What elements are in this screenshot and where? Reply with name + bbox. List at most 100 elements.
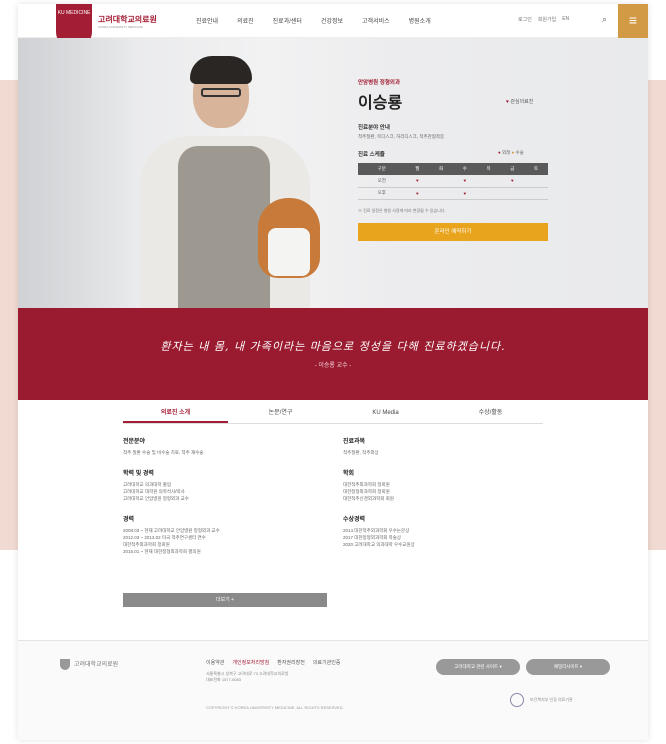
page-frame: KU MEDICINE 고려대학교의료원 KOREA UNIVERSITY ME…: [18, 4, 648, 740]
section-line: 척추질환, 척추외상: [343, 450, 379, 455]
section-line: 대한척추외과학회 정회원: [123, 542, 170, 547]
nav-item-doctors[interactable]: 의료진: [237, 16, 254, 25]
main-nav: 진료안내 의료진 진료과/센터 건강정보 고객서비스 병원소개: [196, 16, 431, 25]
family-sites-select[interactable]: 패밀리사이트 ▾: [526, 659, 610, 675]
site-header: KU MEDICINE 고려대학교의료원 KOREA UNIVERSITY ME…: [18, 4, 648, 48]
site-footer: 고려대학교의료원 이용약관 개인정보처리방침 환자권리장전 의료기관인증 서울특…: [18, 640, 648, 740]
footer-link-certification[interactable]: 의료기관인증: [313, 659, 341, 666]
certification-seal-icon: [510, 693, 524, 707]
schedule-cell: [429, 175, 453, 188]
heart-icon: ♥: [506, 99, 509, 105]
schedule-row-label: 오후: [358, 187, 406, 200]
tiger-plush-coat: [268, 228, 310, 276]
section-line: 2008.03 ~ 현재 고려대학교 안암병원 정형외과 교수: [123, 528, 220, 533]
schedule-row-am: 오전 ♥ ♥ ♥: [358, 175, 548, 188]
section-line: 2017 대한정형외과학회 학술상: [343, 535, 402, 540]
schedule-legend: ● 외래 ● 수술: [498, 150, 524, 156]
schedule-cell: [429, 187, 453, 200]
related-sites-select[interactable]: 고려대학교 관련 사이트 ▾: [436, 659, 520, 675]
profile-right-column: 진료과목 척추질환, 척추외상 학회 대한척추외과학회 정회원 대한정형외과학회…: [343, 436, 543, 560]
schedule-cell: [524, 175, 548, 188]
footer-logo-text: 고려대학교의료원: [74, 662, 119, 669]
doctor-photo-hair: [190, 56, 252, 84]
signup-link[interactable]: 회원가입: [538, 16, 556, 23]
tab-ku-media[interactable]: KU Media: [333, 404, 438, 423]
doctor-quote: 환자는 내 몸, 내 가족이라는 마음으로 정성을 다해 진료하겠습니다.: [160, 340, 506, 353]
schedule-col-wed: 수: [453, 163, 477, 175]
specialty-title: 진료분야 안내: [358, 125, 390, 131]
tab-papers[interactable]: 논문/연구: [228, 404, 333, 423]
hallway-background: [18, 38, 138, 308]
surgery-legend-label: 수술: [515, 150, 524, 155]
section-body: 2014 대한척추외과학회 우수논문상 2017 대한정형외과학회 학술상 20…: [343, 527, 543, 548]
menu-button[interactable]: ≡: [618, 4, 648, 38]
section-body: 고려대학교 의과대학 졸업 고려대학교 대학원 의학석사/박사 고려대학교 안암…: [123, 481, 323, 502]
doctor-hero: 안암병원 정형외과 이승룡 ♥ 관심의료진 진료분야 안내 척추질환, 목디스크…: [18, 38, 648, 308]
favorite-toggle[interactable]: ♥ 관심의료진: [506, 98, 533, 105]
section-line: 고려대학교 안암병원 정형외과 교수: [123, 496, 189, 501]
nav-item-service[interactable]: 고객서비스: [362, 16, 390, 25]
surgery-legend-icon: ●: [511, 150, 515, 155]
schedule-cell: ♥: [500, 175, 525, 188]
section-line: 고려대학교 대학원 의학석사/박사: [123, 489, 185, 494]
schedule-row-pm: 오후 ♥ ♥: [358, 187, 548, 200]
section-title: 학력 및 경력: [123, 471, 154, 477]
certification-text: 보건복지부 인증 의료기관: [530, 697, 573, 703]
schedule-cell: ♥: [405, 175, 430, 188]
section-title: 수상경력: [343, 517, 366, 523]
section-body: 척추 질환 수술 및 비수술 치료, 척추 재수술: [123, 449, 323, 456]
profile-left-column: 전문분야 척추 질환 수술 및 비수술 치료, 척추 재수술 학력 및 경력 고…: [123, 436, 323, 567]
favorite-label: 관심의료진: [510, 99, 534, 105]
search-icon[interactable]: ⌕: [602, 14, 607, 25]
nav-item-guide[interactable]: 진료안내: [196, 16, 218, 25]
schedule-cell: ♥: [453, 175, 477, 188]
schedule-col-fri: 금: [500, 163, 525, 175]
section-title: 진료과목: [343, 439, 366, 445]
section-body: 대한척추외과학회 정회원 대한정형외과학회 정회원 대한척추신경외과학회 회원: [343, 481, 543, 502]
footer-logo[interactable]: 고려대학교의료원: [60, 659, 118, 670]
quote-banner: 환자는 내 몸, 내 가족이라는 마음으로 정성을 다해 진료하겠습니다. - …: [18, 308, 648, 400]
quote-author: - 이승룡 교수 -: [314, 363, 352, 369]
login-link[interactable]: 로그인: [518, 16, 532, 23]
tab-awards[interactable]: 수상/활동: [438, 404, 543, 423]
nav-item-departments[interactable]: 진료과/센터: [273, 16, 302, 25]
section-title: 전문분야: [123, 439, 146, 445]
section-title: 학회: [343, 471, 355, 477]
section-line: 대한척추외과학회 정회원: [343, 482, 390, 487]
section-line: 대한정형외과학회 정회원: [343, 489, 390, 494]
logo-mark-text: KU MEDICINE: [57, 10, 91, 16]
schedule-row-label: 오전: [358, 175, 406, 188]
tab-profile[interactable]: 의료진 소개: [123, 404, 228, 423]
section-line: 2012.03 ~ 2013.02 미국 척추연구센터 연수: [123, 535, 206, 540]
schedule-cell: [476, 175, 501, 188]
schedule-col-mon: 월: [405, 163, 430, 175]
related-sites-label: 고려대학교 관련 사이트: [454, 664, 499, 669]
more-button[interactable]: 더보기 +: [123, 593, 327, 607]
footer-link-terms[interactable]: 이용약관: [206, 659, 224, 666]
section-line: 2015.01 ~ 현재 대한정형외과학회 평의원: [123, 549, 201, 554]
section-line: 2020 고려대학교 의과대학 우수교원상: [343, 542, 415, 547]
doctor-department: 안암병원 정형외과: [358, 80, 401, 86]
profile-tabs: 의료진 소개 논문/연구 KU Media 수상/활동: [123, 404, 543, 424]
reserve-button[interactable]: 온라인 예약하기: [358, 222, 548, 241]
footer-address: 서울특별시 성북구 고려대로 73 고려대학교의료원 대표전화 1577-008…: [206, 671, 289, 683]
logo-title[interactable]: 고려대학교의료원: [98, 14, 157, 25]
phone-line: 대표전화 1577-0083: [206, 677, 241, 682]
schedule-note: ※ 진료 일정은 병원 사정에 따라 변경될 수 있습니다.: [358, 207, 446, 213]
schedule-col-tue: 화: [429, 163, 453, 175]
family-sites-label: 패밀리사이트: [553, 664, 579, 669]
certification-badge: 보건복지부 인증 의료기관: [510, 693, 573, 707]
utility-links: 로그인 회원가입 EN: [518, 16, 569, 23]
nav-item-health[interactable]: 건강정보: [321, 16, 343, 25]
nav-item-about[interactable]: 병원소개: [409, 16, 431, 25]
schedule-cell: [500, 187, 525, 200]
section-line: 대한척추신경외과학회 회원: [343, 496, 394, 501]
schedule-cell: ♥: [453, 187, 477, 200]
schedule-col-thu: 목: [476, 163, 501, 175]
schedule-col-sat: 토: [524, 163, 548, 175]
footer-link-rights[interactable]: 환자권리장전: [277, 659, 305, 666]
specialty-text: 척추질환, 목디스크, 허리디스크, 척추관협착증: [358, 134, 445, 139]
footer-link-privacy[interactable]: 개인정보처리방침: [232, 659, 269, 666]
language-link[interactable]: EN: [562, 16, 569, 23]
section-line: 2014 대한척추외과학회 우수논문상: [343, 528, 410, 533]
